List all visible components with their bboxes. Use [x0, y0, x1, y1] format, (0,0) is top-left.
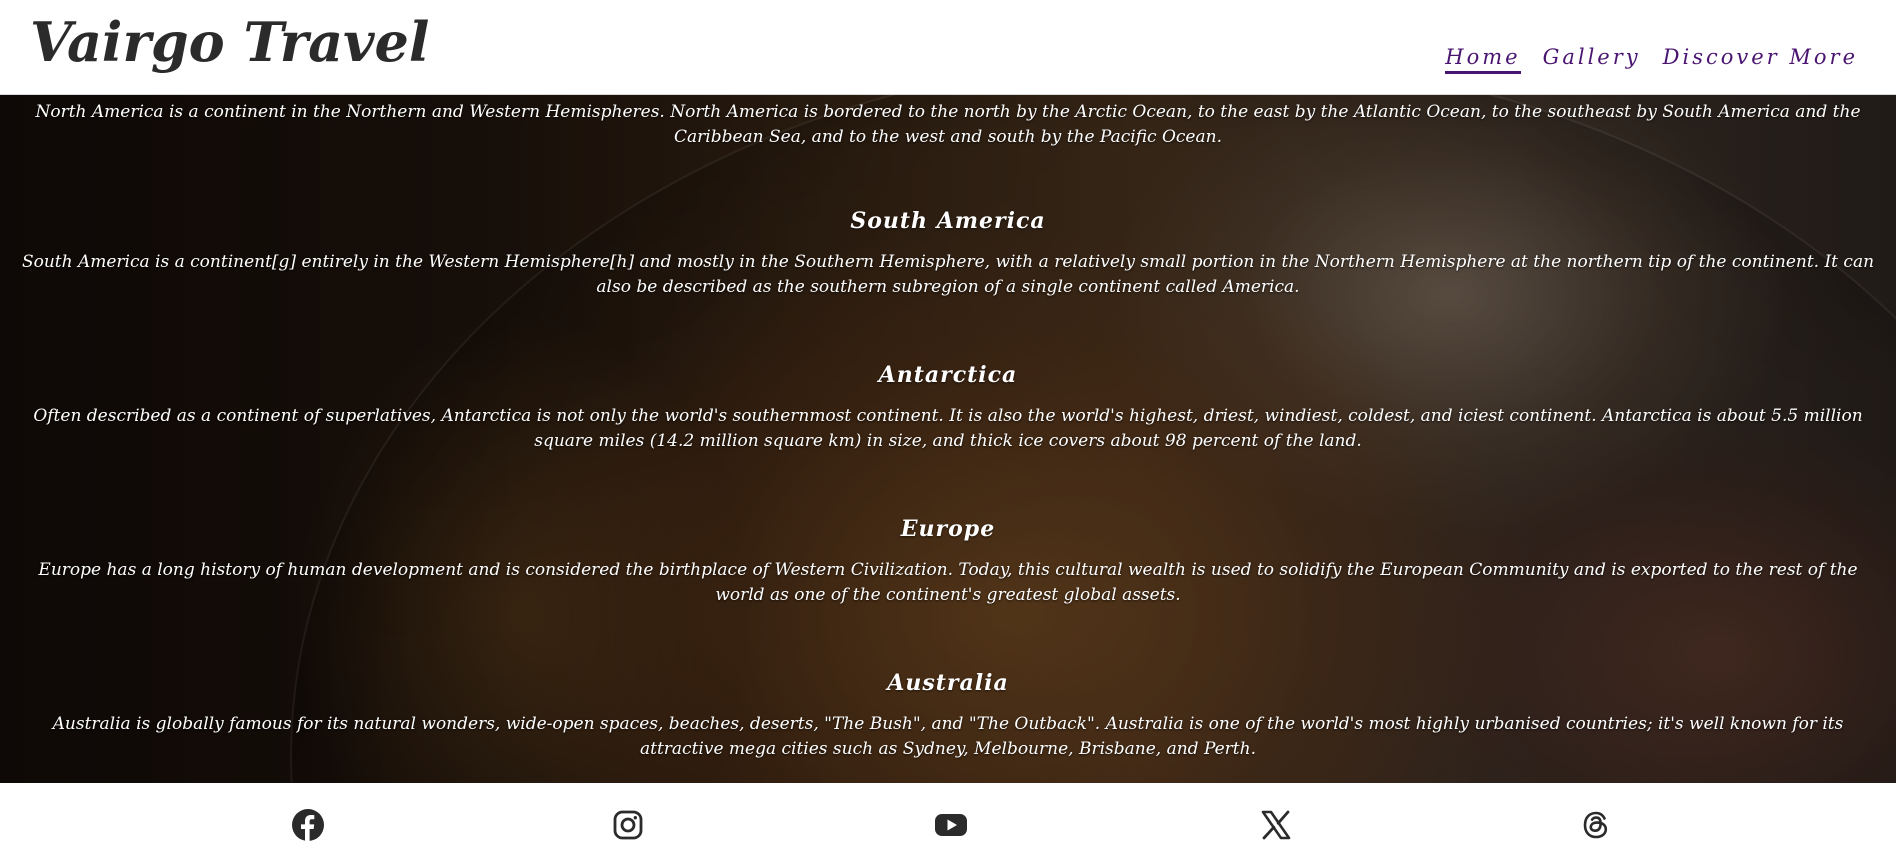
site-logo[interactable]: Vairgo Travel: [30, 10, 429, 74]
site-footer: [0, 783, 1896, 863]
australia-text: Australia is globally famous for its nat…: [52, 714, 1844, 759]
main-nav: Home Gallery Discover More: [1445, 45, 1858, 74]
nav-gallery-link[interactable]: Gallery: [1543, 45, 1641, 74]
south-america-text: South America is a continent[g] entirely…: [21, 252, 1875, 297]
nav-home-link[interactable]: Home: [1445, 45, 1521, 74]
south-america-heading: South America: [850, 208, 1046, 234]
continents-content: North America is a continent in the Nort…: [0, 94, 1896, 783]
antarctica-section: Antarctica Often described as a continen…: [0, 360, 1896, 454]
threads-icon[interactable]: [1578, 807, 1614, 843]
europe-text: Europe has a long history of human devel…: [38, 560, 1858, 605]
antarctica-heading: Antarctica: [878, 362, 1018, 388]
europe-section: Europe Europe has a long history of huma…: [0, 514, 1896, 608]
youtube-icon[interactable]: [933, 807, 969, 843]
nav-discover-more-link[interactable]: Discover More: [1663, 45, 1858, 74]
site-header: Vairgo Travel Home Gallery Discover More: [0, 0, 1896, 95]
facebook-icon[interactable]: [290, 807, 326, 843]
instagram-icon[interactable]: [610, 807, 646, 843]
australia-section: Australia Australia is globally famous f…: [0, 668, 1896, 762]
australia-heading: Australia: [887, 670, 1009, 696]
europe-heading: Europe: [900, 516, 996, 542]
north-america-section: North America is a continent in the Nort…: [0, 100, 1896, 150]
south-america-section: South America South America is a contine…: [0, 206, 1896, 300]
x-icon[interactable]: [1258, 807, 1294, 843]
north-america-text: North America is a continent in the Nort…: [35, 102, 1861, 147]
antarctica-text: Often described as a continent of superl…: [33, 406, 1863, 451]
